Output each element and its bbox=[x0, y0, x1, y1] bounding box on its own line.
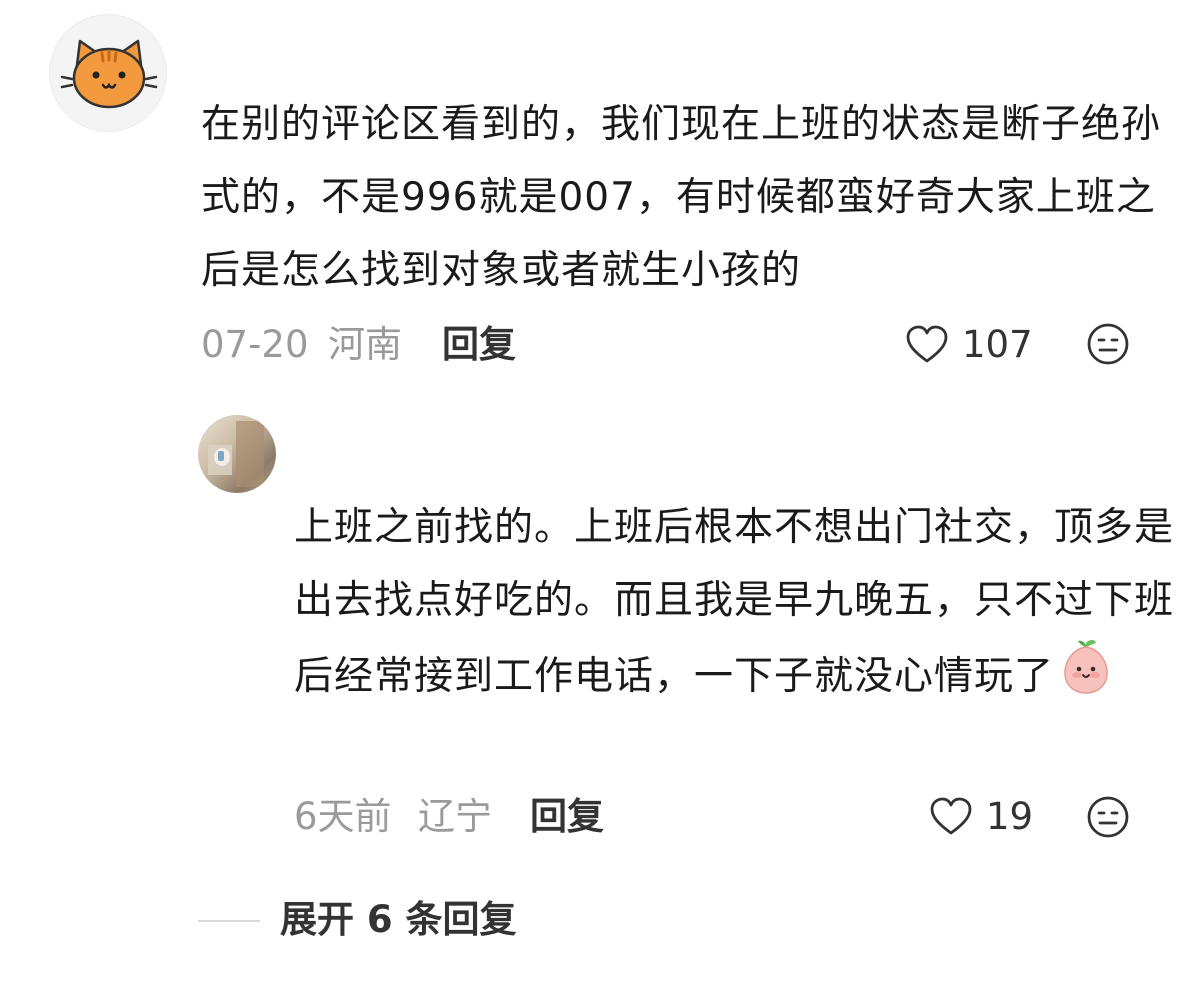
expand-divider bbox=[198, 920, 260, 922]
expand-replies-button[interactable]: 展开 6 条回复 bbox=[280, 896, 517, 944]
photo-avatar-icon bbox=[208, 421, 264, 487]
reply-body: 上班之前找的。上班后根本不想出门社交，顶多是出去找点好吃的。而且我是早九晚五，只… bbox=[294, 491, 1174, 713]
heart-outline-icon bbox=[930, 797, 972, 835]
face-emoji-icon bbox=[1087, 796, 1129, 838]
comment-like-count: 107 bbox=[962, 323, 1033, 366]
comment-emoji-button[interactable] bbox=[1085, 321, 1131, 367]
face-emoji-icon bbox=[1087, 323, 1129, 365]
comment-text: 在别的评论区看到的，我们现在上班的状态是断子绝孙式的，不是996就是007，有时… bbox=[201, 102, 1162, 293]
reply-reply-button[interactable]: 回复 bbox=[530, 793, 604, 841]
reply-emoji-button[interactable] bbox=[1085, 794, 1131, 840]
reply-date: 6天前 bbox=[294, 795, 392, 838]
comment-location: 河南 bbox=[328, 323, 402, 366]
peach-face-emoji-icon bbox=[1056, 637, 1116, 697]
reply-location: 辽宁 bbox=[418, 795, 492, 838]
commenter-avatar[interactable] bbox=[49, 14, 167, 132]
orange-cat-icon bbox=[60, 39, 158, 109]
comment-reply-button[interactable]: 回复 bbox=[442, 321, 516, 369]
replier-avatar[interactable] bbox=[198, 415, 276, 493]
reply-like-count: 19 bbox=[986, 795, 1034, 838]
reply-like-button[interactable] bbox=[927, 793, 975, 841]
reply-text: 上班之前找的。上班后根本不想出门社交，顶多是出去找点好吃的。而且我是早九晚五，只… bbox=[294, 505, 1175, 699]
comment-like-button[interactable] bbox=[903, 321, 951, 369]
comment-date: 07-20 bbox=[201, 323, 309, 366]
heart-outline-icon bbox=[906, 325, 948, 363]
